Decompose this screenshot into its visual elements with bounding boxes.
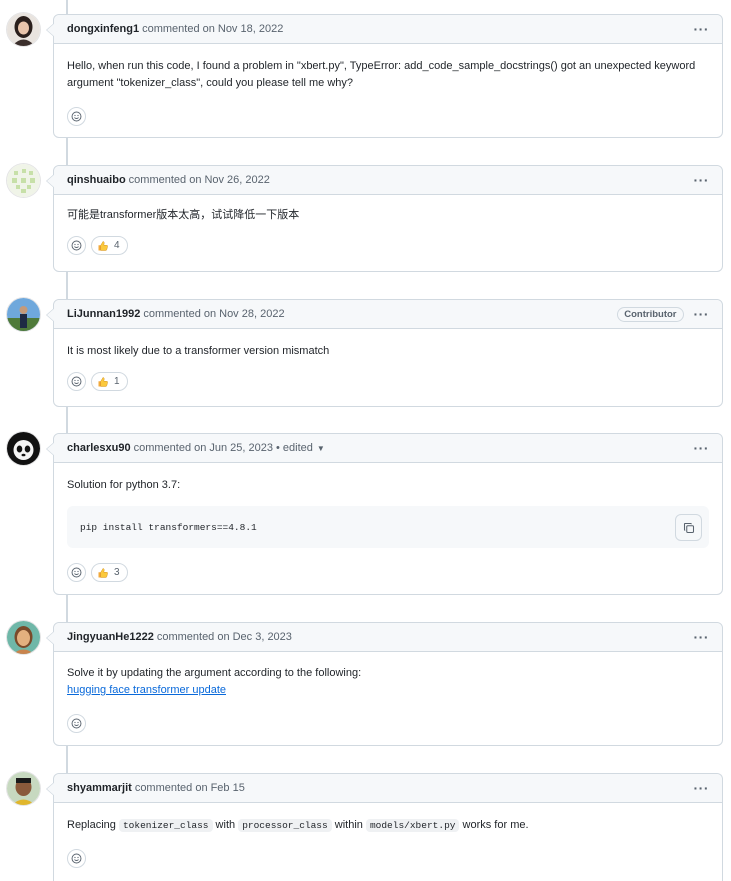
comment-date[interactable]: Feb 15 <box>211 782 245 794</box>
smiley-icon[interactable] <box>67 849 86 868</box>
thumbs-up-icon <box>98 240 108 251</box>
thumbs-up-icon <box>98 376 108 387</box>
comment-author[interactable]: JingyuanHe1222 <box>67 631 154 643</box>
comment-body: It is most likely due to a transformer v… <box>54 329 722 370</box>
code-text: pip install transformers==4.8.1 <box>80 521 257 533</box>
thumbs-up-reaction[interactable]: 3 <box>91 563 128 582</box>
copy-icon <box>683 522 694 533</box>
comment-text: Replacing tokenizer_class with processor… <box>67 817 709 834</box>
comment-date[interactable]: Nov 18, 2022 <box>218 23 283 35</box>
comment-body: 可能是transformer版本太高，试试降低一下版本 <box>54 195 722 234</box>
comment-text: It is most likely due to a transformer v… <box>67 345 330 357</box>
reaction-count: 1 <box>114 376 120 387</box>
comment-body: Solve it by updating the argument accord… <box>54 652 722 709</box>
thumbs-up-reaction[interactable]: 4 <box>91 236 128 255</box>
edited-label: • edited <box>276 442 313 454</box>
smiley-icon[interactable] <box>67 107 86 126</box>
comment-author[interactable]: charlesxu90 <box>67 442 131 454</box>
comment-date[interactable]: Jun 25, 2023 <box>209 442 273 454</box>
comment-text: Solution for python 3.7: <box>67 479 181 491</box>
comment-action: commented on <box>143 308 217 320</box>
kebab-horizontal-icon[interactable]: ··· <box>694 172 710 188</box>
external-link[interactable]: hugging face transformer update <box>67 684 226 696</box>
inline-code: models/xbert.py <box>365 819 460 832</box>
avatar-dongxinfeng1[interactable] <box>7 13 40 46</box>
kebab-horizontal-icon[interactable]: ··· <box>694 440 710 456</box>
text-segment: Replacing <box>67 819 119 831</box>
comment-action: commented on <box>134 782 208 794</box>
comment-date[interactable]: Dec 3, 2023 <box>233 631 292 643</box>
thumbs-up-reaction[interactable]: 1 <box>91 372 128 391</box>
kebab-horizontal-icon[interactable]: ··· <box>694 306 710 322</box>
comment-text: Solve it by updating the argument accord… <box>67 667 362 679</box>
text-segment: works for me. <box>459 819 529 831</box>
inline-code: processor_class <box>238 819 332 832</box>
comment-action: commented on <box>128 174 202 186</box>
comment-date[interactable]: Nov 28, 2022 <box>219 308 284 320</box>
text-segment: with <box>212 819 239 831</box>
kebab-horizontal-icon[interactable]: ··· <box>694 21 710 37</box>
comment-author[interactable]: shyammarjit <box>67 782 132 794</box>
code-block: pip install transformers==4.8.1 <box>67 506 709 548</box>
comment-author[interactable]: qinshuaibo <box>67 174 126 186</box>
smiley-icon[interactable] <box>67 372 86 391</box>
comment-action: commented on <box>142 23 215 35</box>
avatar-shyammarjit[interactable] <box>7 772 40 805</box>
comment-action: commented on <box>156 631 230 643</box>
comment-body: Hello, when run this code, I found a pro… <box>54 44 722 102</box>
comment-author[interactable]: dongxinfeng1 <box>67 23 139 35</box>
comment-action: commented on <box>133 442 207 454</box>
kebab-horizontal-icon[interactable]: ··· <box>694 629 710 645</box>
avatar-charlesxu90[interactable] <box>7 432 40 465</box>
avatar-qinshuaibo[interactable] <box>7 164 40 197</box>
text-segment: within <box>331 819 366 831</box>
comment-date[interactable]: Nov 26, 2022 <box>204 174 269 186</box>
edited-dropdown[interactable]: • edited ▼ <box>276 442 325 454</box>
smiley-icon[interactable] <box>67 563 86 582</box>
comment-text: Hello, when run this code, I found a pro… <box>67 60 696 89</box>
copy-button[interactable] <box>675 514 702 541</box>
comment-text: 可能是transformer版本太高，试试降低一下版本 <box>67 209 300 221</box>
reaction-count: 3 <box>114 567 120 578</box>
inline-code: tokenizer_class <box>118 819 213 832</box>
comment-body: Replacing tokenizer_class with processor… <box>54 803 722 844</box>
reaction-count: 4 <box>114 240 120 251</box>
smiley-icon[interactable] <box>67 714 86 733</box>
thumbs-up-icon <box>98 567 108 578</box>
avatar-JingyuanHe1222[interactable] <box>7 621 40 654</box>
avatar-LiJunnan1992[interactable] <box>7 298 40 331</box>
comment-body: Solution for python 3.7: pip install tra… <box>54 463 722 557</box>
triangle-down-icon: ▼ <box>316 443 325 453</box>
kebab-horizontal-icon[interactable]: ··· <box>694 780 710 796</box>
comment-author[interactable]: LiJunnan1992 <box>67 308 140 320</box>
contributor-badge: Contributor <box>617 306 684 322</box>
smiley-icon[interactable] <box>67 236 86 255</box>
